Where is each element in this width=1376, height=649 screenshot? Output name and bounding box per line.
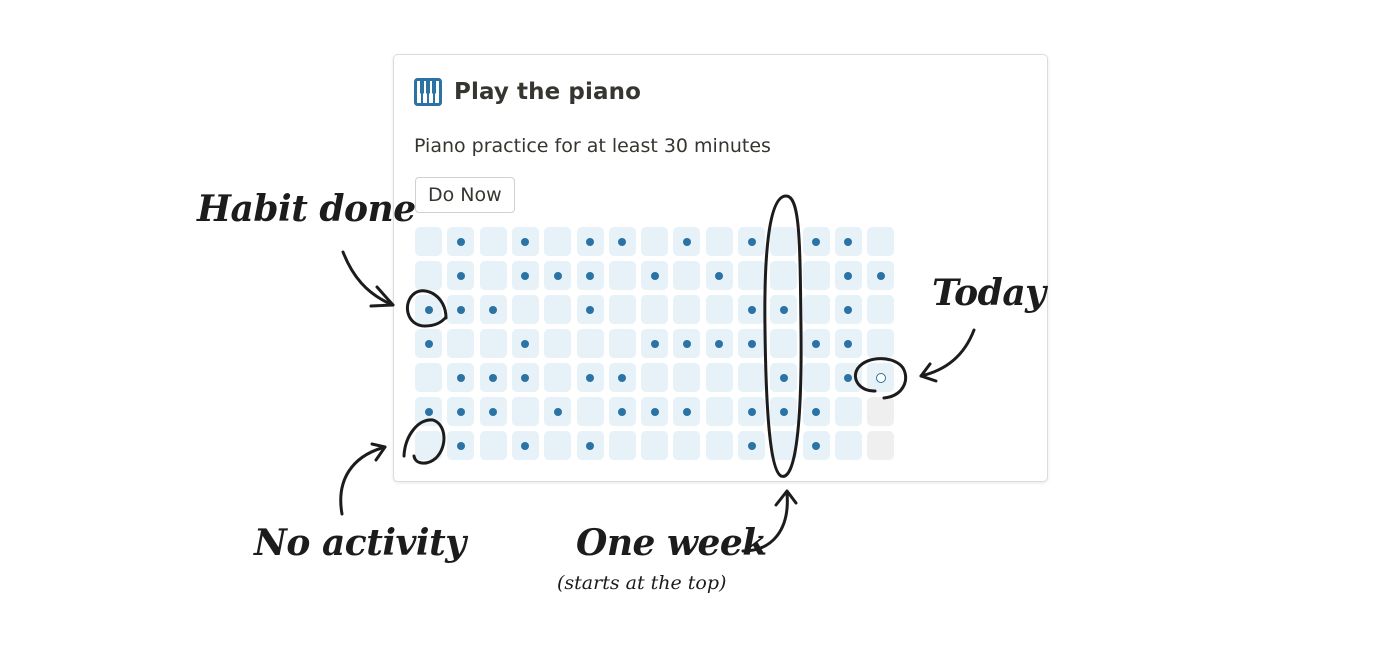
annotation-one-week-note: (starts at the top) <box>557 572 727 594</box>
annotation-no-activity: No activity <box>254 522 466 564</box>
habit-done-circle <box>405 289 448 328</box>
one-week-oval <box>763 194 803 478</box>
today-arrow <box>919 328 976 378</box>
annotation-today: Today <box>932 272 1046 314</box>
annotation-habit-done: Habit done <box>197 188 416 230</box>
annotation-one-week: One week <box>576 522 767 564</box>
no-activity-circle <box>402 418 446 465</box>
today-circle <box>853 357 908 400</box>
